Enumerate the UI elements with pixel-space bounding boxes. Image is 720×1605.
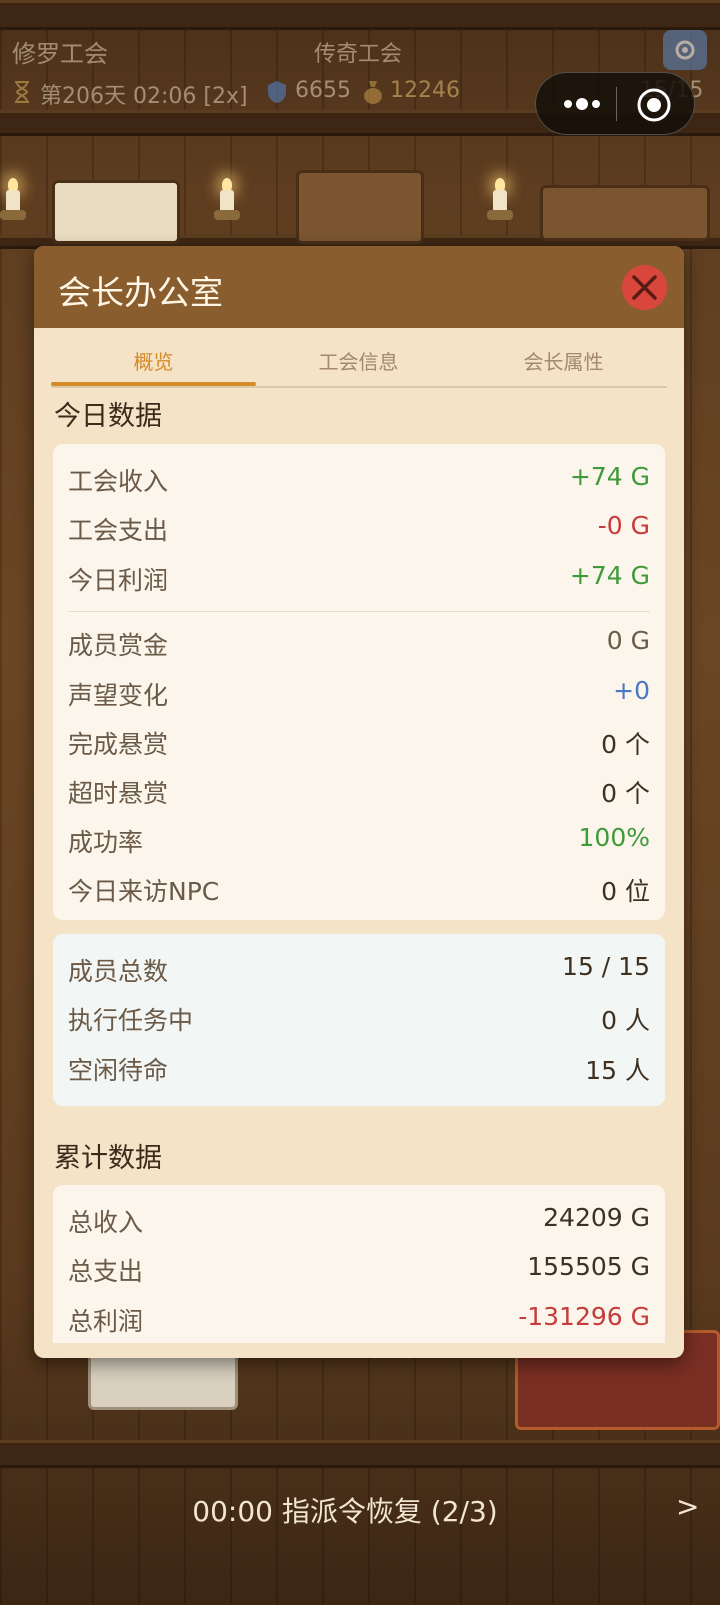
- close-icon: [632, 275, 657, 300]
- gold-value: 12246: [390, 78, 460, 103]
- stat-label: 空闲待命: [68, 1056, 169, 1085]
- stat-label: 总利润: [68, 1307, 144, 1336]
- wall-door: [296, 170, 424, 244]
- stat-value: 24209 G: [543, 1203, 650, 1232]
- stat-value: 100%: [578, 823, 650, 852]
- stat-label: 今日来访NPC: [68, 877, 220, 906]
- stat-row: 完成悬赏 0 个: [68, 721, 650, 761]
- stat-row: 成员总数 15 / 15: [68, 948, 650, 988]
- settings-icon: [673, 38, 697, 66]
- stat-value: 0 个: [601, 779, 650, 808]
- stat-value: 0 G: [606, 626, 650, 655]
- tab-guild-info[interactable]: 工会信息: [256, 346, 461, 375]
- modal-title: 会长办公室: [58, 273, 223, 312]
- stat-label: 成功率: [68, 828, 144, 857]
- stat-row: 声望变化 +0: [68, 672, 650, 712]
- stat-row: 今日来访NPC 0 位: [68, 868, 650, 908]
- tab-bar: 概览 工会信息 会长属性: [51, 328, 667, 388]
- next-arrow-button[interactable]: >: [676, 1490, 699, 1523]
- target-icon[interactable]: [636, 87, 672, 123]
- close-button[interactable]: [622, 265, 667, 310]
- settings-button[interactable]: [663, 30, 707, 70]
- shield-icon: [266, 80, 288, 104]
- letter-pile: [88, 1350, 238, 1410]
- more-icon[interactable]: [556, 91, 616, 117]
- stat-label: 执行任务中: [68, 1006, 194, 1035]
- stat-row: 工会收入 +74 G: [68, 458, 650, 498]
- stat-row: 成功率 100%: [68, 819, 650, 859]
- bottom-status-bar: 00:00 指派令恢复 (2/3) >: [0, 1468, 720, 1605]
- stat-value: 15 / 15: [562, 952, 650, 981]
- stat-value: -0 G: [597, 511, 650, 540]
- stat-row: 今日利润 +74 G: [68, 557, 650, 597]
- president-office-modal: 会长办公室 概览 工会信息 会长属性 今日数据 工会收入 +74 G 工会支出 …: [34, 246, 684, 1358]
- notice-board: [52, 180, 180, 244]
- stat-value: 15 人: [585, 1056, 650, 1085]
- stat-label: 成员总数: [68, 957, 169, 986]
- hourglass-icon: [12, 80, 32, 104]
- stat-row: 空闲待命 15 人: [68, 1047, 650, 1087]
- guild-rank: 传奇工会: [314, 42, 403, 67]
- day-time: 第206天 02:06 [2x]: [40, 84, 248, 109]
- card-divider: [68, 611, 650, 612]
- stat-value: 155505 G: [527, 1252, 650, 1281]
- tab-president-attributes[interactable]: 会长属性: [461, 346, 666, 375]
- stat-value: 0 人: [601, 1006, 650, 1035]
- candle-mid-right: [487, 178, 513, 222]
- tab-active-indicator: [51, 382, 256, 386]
- stat-row: 总支出 155505 G: [68, 1248, 650, 1288]
- total-data-title: 累计数据: [54, 1143, 162, 1174]
- candle-mid-left: [214, 178, 240, 222]
- stat-row: 总收入 24209 G: [68, 1199, 650, 1239]
- stat-row: 成员赏金 0 G: [68, 622, 650, 662]
- stat-label: 完成悬赏: [68, 730, 169, 759]
- stat-label: 成员赏金: [68, 631, 169, 660]
- candle-left: [0, 178, 26, 222]
- today-data-card: 工会收入 +74 G 工会支出 -0 G 今日利润 +74 G 成员赏金 0 G…: [53, 444, 665, 920]
- stat-label: 总支出: [68, 1257, 144, 1286]
- stat-label: 工会支出: [68, 516, 169, 545]
- wall-bench: [540, 185, 710, 241]
- mini-program-capsule: [535, 72, 695, 135]
- capsule-divider: [616, 87, 617, 121]
- stat-row: 工会支出 -0 G: [68, 507, 650, 547]
- stat-value: +74 G: [569, 462, 650, 491]
- stat-row: 总利润 -131296 G: [68, 1298, 650, 1338]
- money-bag-icon: [362, 79, 384, 105]
- stat-value: 0 个: [601, 730, 650, 759]
- stat-label: 工会收入: [68, 467, 169, 496]
- dispatch-recover-text: 00:00 指派令恢复 (2/3): [192, 1495, 498, 1528]
- guild-name: 修罗工会: [12, 40, 108, 68]
- today-data-title: 今日数据: [54, 401, 162, 432]
- stat-value: -131296 G: [518, 1302, 650, 1331]
- stat-row: 执行任务中 0 人: [68, 997, 650, 1037]
- floor-beam: [0, 1440, 720, 1468]
- stat-value: 0 位: [601, 877, 650, 906]
- reputation-value: 6655: [295, 78, 351, 103]
- tab-overview[interactable]: 概览: [51, 346, 256, 375]
- stat-row: 超时悬赏 0 个: [68, 770, 650, 810]
- stat-value: +74 G: [569, 561, 650, 590]
- modal-header: 会长办公室: [34, 246, 684, 328]
- total-data-card: 总收入 24209 G 总支出 155505 G 总利润 -131296 G: [53, 1185, 665, 1343]
- stat-label: 超时悬赏: [68, 779, 169, 808]
- members-card: 成员总数 15 / 15 执行任务中 0 人 空闲待命 15 人: [53, 934, 665, 1106]
- stat-label: 总收入: [68, 1208, 144, 1237]
- modal-scroll-content[interactable]: 今日数据 工会收入 +74 G 工会支出 -0 G 今日利润 +74 G 成员赏…: [34, 388, 684, 1343]
- stat-value: +0: [613, 676, 650, 705]
- stat-label: 声望变化: [68, 681, 169, 710]
- stat-label: 今日利润: [68, 566, 169, 595]
